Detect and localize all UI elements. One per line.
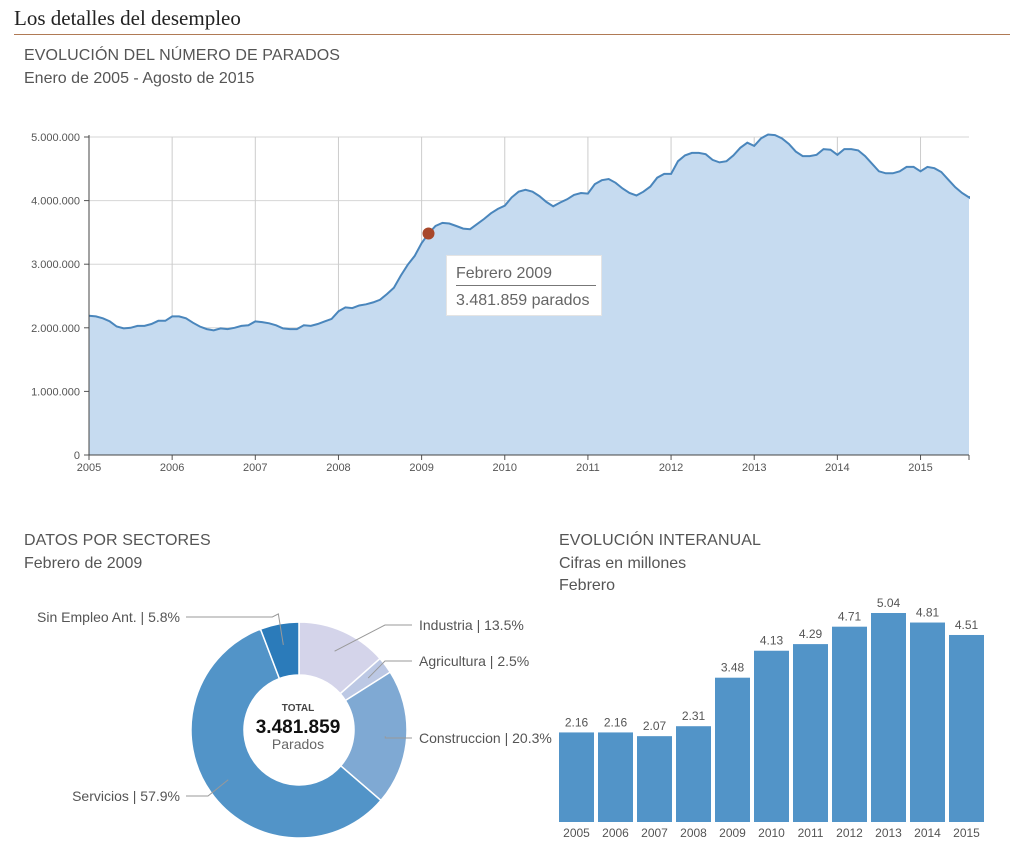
x-tick-label: 2015 xyxy=(908,462,932,474)
donut-label-servicios: Servicios | 57.9% xyxy=(72,788,180,804)
bar-value-label: 2.31 xyxy=(682,709,706,723)
bar-chart-title: EVOLUCIÓN INTERANUAL xyxy=(559,532,762,549)
line-chart[interactable]: 0 1.000.000 2.000.000 3.000.000 4.000.000 5.0… xyxy=(0,0,1027,490)
donut-label-sin-empleo: Sin Empleo Ant. | 5.8% xyxy=(37,609,180,625)
donut-chart-subtitle: Febrero de 2009 xyxy=(24,555,143,572)
bar-value-label: 2.07 xyxy=(643,719,667,733)
x-tick-label: 2013 xyxy=(742,462,766,474)
y-tick-label: 1.000.000 xyxy=(31,386,80,398)
bar-category-label: 2007 xyxy=(641,826,668,840)
bar-category-label: 2011 xyxy=(798,826,824,840)
bar-category-label: 2015 xyxy=(953,826,980,840)
donut-label-construccion: Construccion | 20.3% xyxy=(419,730,552,746)
bar-chart-subtitle: Cifras en millones xyxy=(559,555,687,572)
bar-category-label: 2008 xyxy=(680,826,707,840)
bar-value-label: 3.48 xyxy=(721,661,745,675)
bar-2012 xyxy=(832,626,867,822)
bar-value-label: 4.51 xyxy=(955,618,979,632)
x-tick-label: 2009 xyxy=(409,462,433,474)
bar-category-label: 2014 xyxy=(914,826,941,840)
bar-value-label: 4.29 xyxy=(799,627,823,641)
bar-2013 xyxy=(871,613,906,822)
bar-category-label: 2006 xyxy=(602,826,629,840)
donut-label-industria: Industria | 13.5% xyxy=(419,617,524,633)
bar-2006 xyxy=(598,732,633,822)
bar-2015 xyxy=(949,634,984,822)
x-tick-label: 2011 xyxy=(576,462,600,474)
bar-value-label: 2.16 xyxy=(565,715,589,729)
x-tick-label: 2010 xyxy=(493,462,517,474)
bar-value-label: 4.13 xyxy=(760,634,784,648)
x-tick-label: 2006 xyxy=(160,462,184,474)
bar-2009 xyxy=(715,677,750,822)
donut-label-agricultura: Agricultura | 2.5% xyxy=(419,653,529,669)
donut-center-label: TOTAL xyxy=(281,703,315,714)
x-tick-label: 2014 xyxy=(825,462,849,474)
tooltip-value: 3.481.859 parados xyxy=(456,292,590,309)
x-tick-label: 2005 xyxy=(77,462,101,474)
x-tick-label: 2008 xyxy=(326,462,350,474)
donut-center-unit: Parados xyxy=(271,736,325,752)
bar-category-label: 2005 xyxy=(563,826,590,840)
bar-2011 xyxy=(793,644,828,822)
tooltip: Febrero 2009 3.481.859 parados xyxy=(446,255,602,316)
tooltip-divider xyxy=(456,285,596,286)
y-tick-label: 5.000.000 xyxy=(31,132,80,144)
x-tick-label: 2007 xyxy=(243,462,267,474)
x-tick-label: 2012 xyxy=(659,462,683,474)
bar-2008 xyxy=(676,726,711,822)
bar-2005 xyxy=(559,732,594,822)
bar-category-label: 2012 xyxy=(836,826,863,840)
bar-2007 xyxy=(637,736,672,822)
y-tick-label: 0 xyxy=(74,450,80,462)
bar-value-label: 4.81 xyxy=(916,606,940,620)
y-tick-label: 3.000.000 xyxy=(31,259,80,271)
tooltip-month: Febrero 2009 xyxy=(456,265,553,282)
donut-center: TOTAL 3.481.859 Parados xyxy=(241,703,355,751)
bar-2010 xyxy=(754,650,789,822)
y-tick-label: 2.000.000 xyxy=(31,323,80,335)
bar-chart-bars: 2.16 2005 2.16 2006 2.07 2007 2.31 2008 3.48 2009… xyxy=(559,596,984,840)
bar-value-label: 2.16 xyxy=(604,715,628,729)
bar-category-label: 2010 xyxy=(758,826,785,840)
donut-chart-title: DATOS POR SECTORES xyxy=(24,532,211,549)
highlight-marker xyxy=(422,227,435,240)
bar-value-label: 5.04 xyxy=(877,596,901,610)
bar-value-label: 4.71 xyxy=(838,610,862,624)
bar-chart[interactable]: 2.16 2005 2.16 2006 2.07 2007 2.31 2008 3.48 2009… xyxy=(555,593,1025,853)
bar-2014 xyxy=(910,622,945,822)
bar-category-label: 2009 xyxy=(719,826,746,840)
donut-center-total: 3.481.859 xyxy=(255,717,341,738)
y-tick-label: 4.000.000 xyxy=(31,196,80,208)
bar-category-label: 2013 xyxy=(875,826,902,840)
